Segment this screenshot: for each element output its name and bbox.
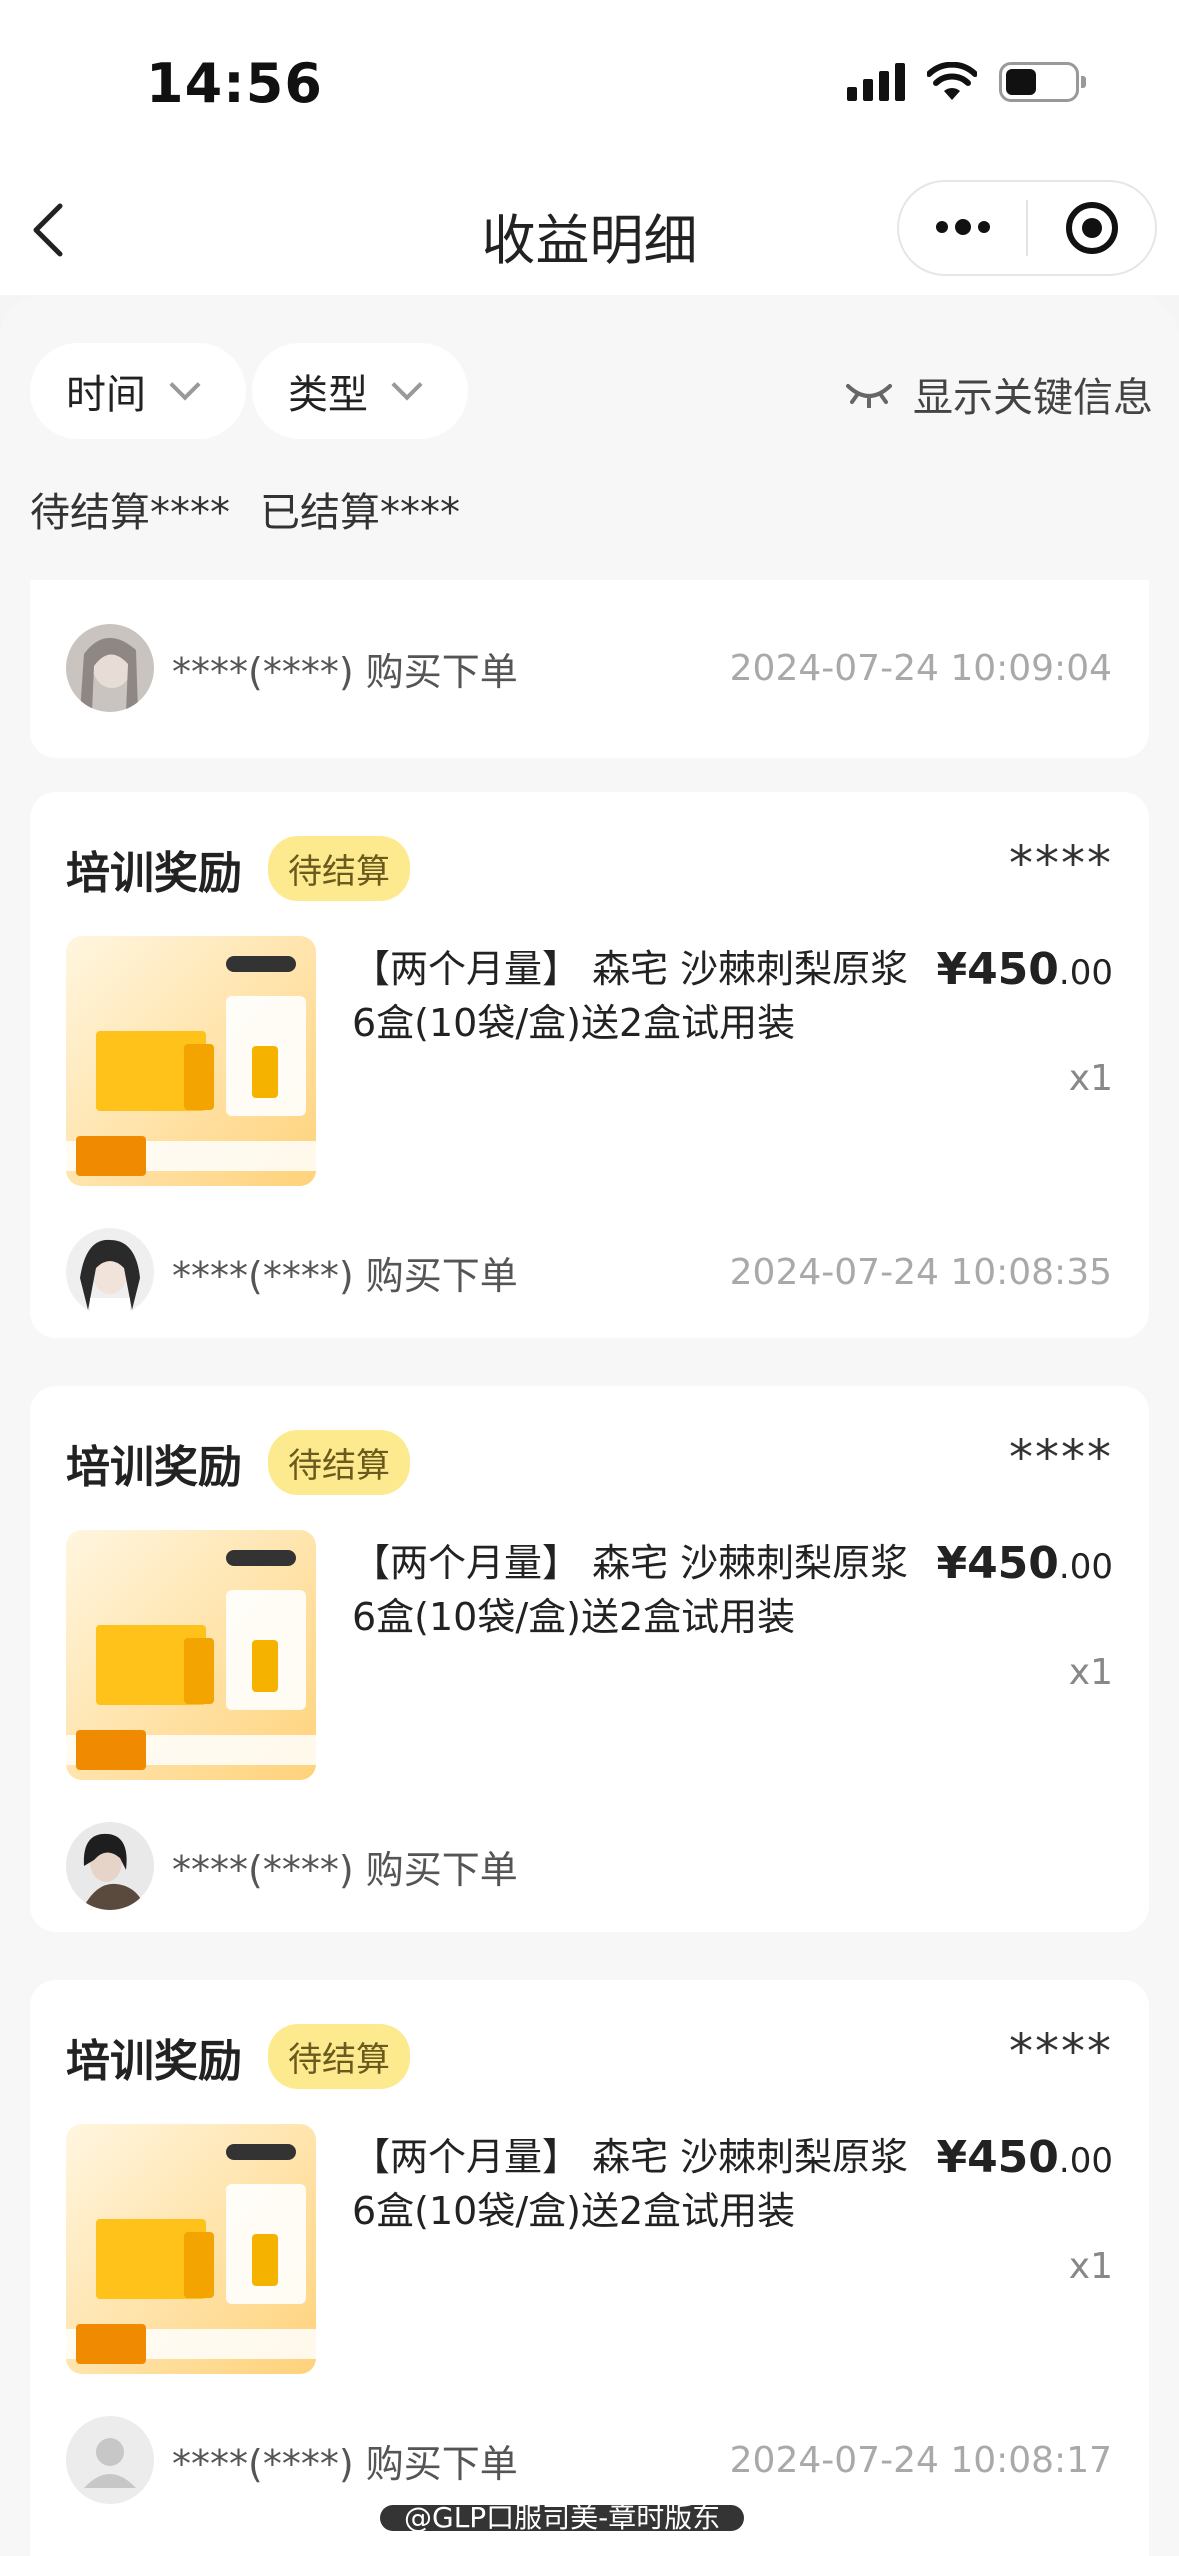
more-dots-icon[interactable] <box>899 219 1026 235</box>
product-quantity: x1 <box>1068 1652 1113 1693</box>
product-name-line2: 6盒(10袋/盒)送2盒试用装 <box>352 1001 796 1045</box>
buyer-row: ****(****) 购买下单 2024-07-24 10:08:17 <box>66 2416 1112 2504</box>
status-badge: 待结算 <box>268 1430 410 1495</box>
avatar <box>66 1822 154 1910</box>
product-quantity: x1 <box>1068 1058 1113 1099</box>
reward-type: 培训奖励 <box>66 1441 242 1493</box>
product-price: ¥450.00 <box>936 2132 1113 2183</box>
earning-record-card[interactable]: 培训奖励 待结算 **** 【两个月量】 森宅 沙棘刺梨原浆 6盒(10袋/盒)… <box>30 1386 1149 1932</box>
show-key-info-label: 显示关键信息 <box>913 375 1153 421</box>
price-integer: 450 <box>967 1538 1059 1589</box>
pending-settlement: 待结算**** <box>30 490 230 536</box>
settlement-summary: 待结算**** 已结算**** <box>30 480 460 538</box>
earning-record-card[interactable]: ****(****) 购买下单 2024-07-24 10:09:04 <box>30 580 1149 758</box>
status-time: 14:56 <box>146 52 323 115</box>
time-filter[interactable]: 时间 <box>30 343 246 439</box>
status-badge: 待结算 <box>268 2024 410 2089</box>
product-name-line2: 6盒(10袋/盒)送2盒试用装 <box>352 2189 796 2233</box>
price-integer: 450 <box>967 2132 1059 2183</box>
type-filter-label: 类型 <box>288 372 368 418</box>
product-price: ¥450.00 <box>936 1538 1113 1589</box>
reward-type: 培训奖励 <box>66 2035 242 2087</box>
buyer-text: ****(****) 购买下单 <box>172 649 518 694</box>
price-symbol: ¥ <box>936 2132 968 2183</box>
battery-icon <box>999 62 1086 102</box>
status-bar: 14:56 <box>0 0 1179 160</box>
card-header: 培训奖励 待结算 <box>66 1430 410 1495</box>
reward-amount: **** <box>1009 1430 1113 1486</box>
watermark: @GLP口服司美-章时版东 <box>380 2504 745 2532</box>
close-target-icon[interactable] <box>1028 202 1155 254</box>
avatar <box>66 1228 154 1316</box>
earning-record-card[interactable]: 培训奖励 待结算 **** 【两个月量】 森宅 沙棘刺梨原浆 6盒(10袋/盒)… <box>30 792 1149 1338</box>
show-key-info-toggle[interactable]: 显示关键信息 <box>845 365 1153 423</box>
product-name-line1: 【两个月量】 森宅 沙棘刺梨原浆 <box>352 1541 909 1585</box>
card-header: 培训奖励 待结算 <box>66 2024 410 2089</box>
reward-amount: **** <box>1009 836 1113 892</box>
avatar <box>66 624 154 712</box>
nav-bar: 收益明细 <box>0 160 1179 295</box>
buyer-row: ****(****) 购买下单 2024-07-24 10:09:04 <box>66 624 1112 712</box>
product-name: 【两个月量】 森宅 沙棘刺梨原浆 6盒(10袋/盒)送2盒试用装 <box>352 942 952 1050</box>
main-content: 时间 类型 显示关键信息 待结算**** 已结算**** ****(****) 购… <box>0 295 1179 2556</box>
wifi-icon <box>927 62 977 100</box>
product-name-line2: 6盒(10袋/盒)送2盒试用装 <box>352 1595 796 1639</box>
buyer-row: ****(****) 购买下单 <box>66 1822 1112 1910</box>
earning-record-card[interactable]: 培训奖励 待结算 **** 【两个月量】 森宅 沙棘刺梨原浆 6盒(10袋/盒)… <box>30 1980 1149 2556</box>
product-image <box>66 936 316 1186</box>
settled-amount: 已结算**** <box>260 490 460 536</box>
buyer-text: ****(****) 购买下单 <box>172 2441 518 2486</box>
product-name: 【两个月量】 森宅 沙棘刺梨原浆 6盒(10袋/盒)送2盒试用装 <box>352 2130 952 2238</box>
chevron-down-icon <box>169 369 201 401</box>
price-decimal: .00 <box>1058 2141 1113 2181</box>
product-name-line1: 【两个月量】 森宅 沙棘刺梨原浆 <box>352 947 909 991</box>
status-badge: 待结算 <box>268 836 410 901</box>
miniprogram-capsule <box>897 180 1157 276</box>
card-header: 培训奖励 待结算 <box>66 836 410 901</box>
chevron-down-icon <box>391 369 423 401</box>
price-decimal: .00 <box>1058 1547 1113 1587</box>
order-time: 2024-07-24 10:09:04 <box>729 647 1112 689</box>
time-filter-label: 时间 <box>66 372 146 418</box>
price-symbol: ¥ <box>936 944 968 995</box>
eye-closed-icon <box>846 384 892 408</box>
buyer-text: ****(****) 购买下单 <box>172 1847 518 1892</box>
type-filter[interactable]: 类型 <box>252 343 468 439</box>
product-name-line1: 【两个月量】 森宅 沙棘刺梨原浆 <box>352 2135 909 2179</box>
avatar <box>66 2416 154 2504</box>
buyer-row: ****(****) 购买下单 2024-07-24 10:08:35 <box>66 1228 1112 1316</box>
product-quantity: x1 <box>1068 2246 1113 2287</box>
cellular-signal-icon <box>847 63 905 101</box>
product-image <box>66 2124 316 2374</box>
reward-type: 培训奖励 <box>66 847 242 899</box>
order-time: 2024-07-24 10:08:35 <box>729 1251 1112 1293</box>
product-name: 【两个月量】 森宅 沙棘刺梨原浆 6盒(10袋/盒)送2盒试用装 <box>352 1536 952 1644</box>
product-image <box>66 1530 316 1780</box>
price-decimal: .00 <box>1058 953 1113 993</box>
order-time: 2024-07-24 10:08:17 <box>729 2439 1112 2481</box>
product-price: ¥450.00 <box>936 944 1113 995</box>
price-symbol: ¥ <box>936 1538 968 1589</box>
status-icons <box>847 62 1086 102</box>
buyer-text: ****(****) 购买下单 <box>172 1253 518 1298</box>
reward-amount: **** <box>1009 2024 1113 2080</box>
price-integer: 450 <box>967 944 1059 995</box>
